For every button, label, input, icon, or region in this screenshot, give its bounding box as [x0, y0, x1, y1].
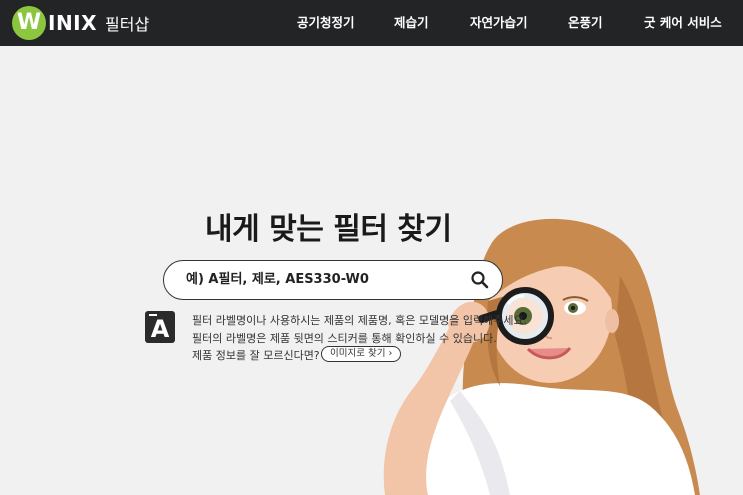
girl-magnifier-illustration	[383, 218, 700, 495]
logo-subtitle: 필터샵	[105, 15, 150, 34]
nav-item-good-care-service[interactable]: 굿 케어 서비스	[644, 0, 722, 46]
logo-circle-icon: W	[12, 6, 46, 40]
top-navigation-bar: W INIX 필터샵 공기청정기 제습기 자연가습기 온풍기 굿 케어 서비스	[0, 0, 743, 46]
logo-letter: W	[16, 10, 42, 35]
search-button[interactable]	[470, 270, 490, 290]
image-search-button[interactable]: 이미지로 찾기 ›	[321, 346, 402, 362]
info-text-line-2: 필터의 라벨명은 제품 뒷면의 스티커를 통해 확인하실 수 있습니다.	[192, 332, 497, 345]
info-text-line-3: 제품 정보를 잘 모르신다면?	[192, 349, 320, 362]
nav-item-dehumidifier[interactable]: 제습기	[394, 0, 429, 46]
logo-wordmark: INIX	[48, 11, 98, 35]
filter-label-icon: A	[145, 311, 175, 343]
winix-logo[interactable]: W INIX 필터샵	[12, 6, 149, 40]
page-title: 내게 맞는 필터 찾기	[205, 212, 452, 247]
filter-search-box	[163, 260, 503, 300]
filter-search-input[interactable]	[186, 261, 456, 298]
search-icon	[471, 271, 489, 289]
nav-item-heater[interactable]: 온풍기	[568, 0, 603, 46]
hero-section: 내게 맞는 필터 찾기 A 필터 라벨명이나 사용하시는 제품의 제품명, 혹은…	[0, 46, 743, 495]
filter-label-letter: A	[150, 315, 170, 343]
nav-item-humidifier[interactable]: 자연가습기	[470, 0, 528, 46]
info-text-line-1: 필터 라벨명이나 사용하시는 제품의 제품명, 혹은 모델명을 입력해주세요.	[192, 314, 528, 327]
nav-item-air-purifier[interactable]: 공기청정기	[297, 0, 355, 46]
